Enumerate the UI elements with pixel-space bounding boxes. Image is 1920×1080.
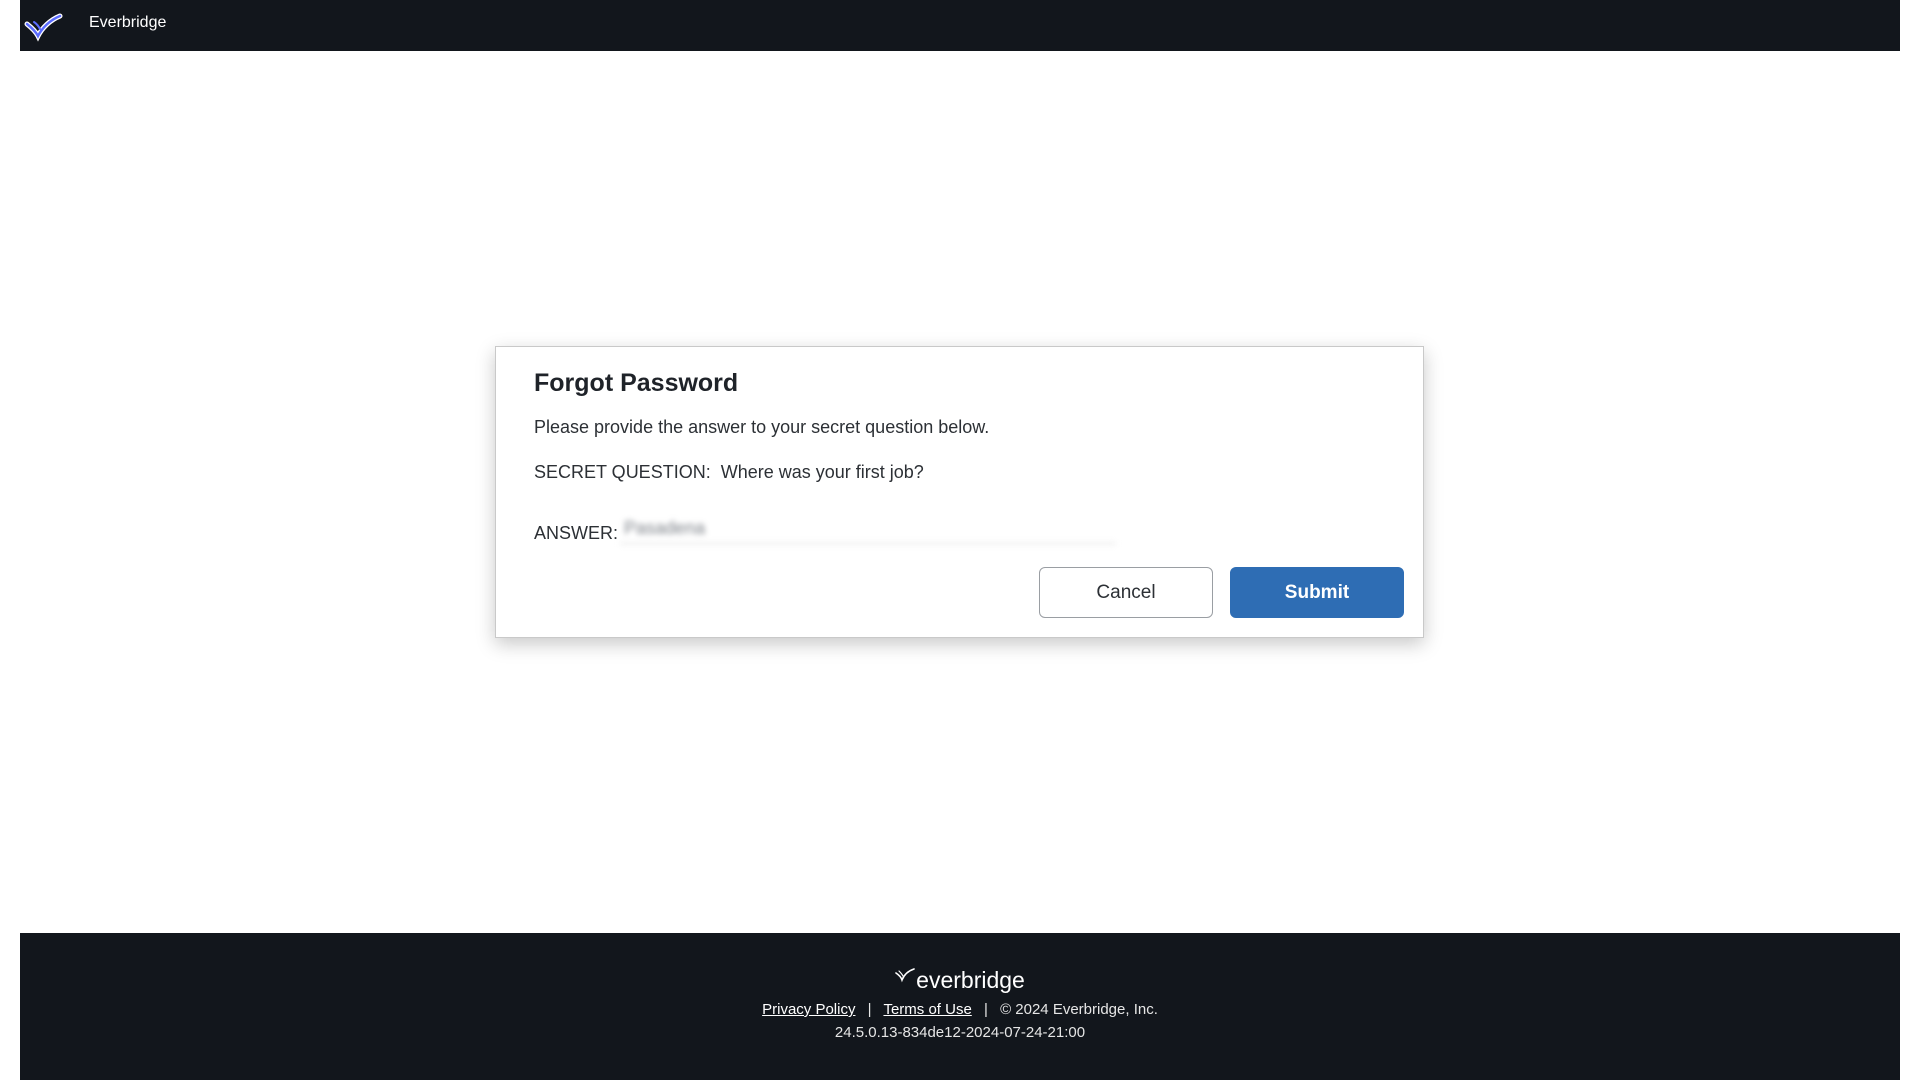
footer-links: Privacy Policy | Terms of Use | © 2024 E… [20,1001,1900,1018]
app-title: Everbridge [89,14,167,31]
copyright-text: © 2024 Everbridge, Inc. [1000,1001,1158,1018]
footer: everbridge Privacy Policy | Terms of Use… [20,933,1900,1080]
footer-brand-name: everbridge [916,967,1025,993]
secret-question-label: SECRET QUESTION: [534,462,711,482]
dialog-title: Forgot Password [534,369,739,397]
top-navigation-bar: Everbridge [20,0,1900,51]
answer-label: ANSWER: [534,523,619,543]
version-text: 24.5.0.13-834de12-2024-07-24-21:00 [834,1024,1086,1041]
terms-of-use-link[interactable]: Terms of Use [883,1001,971,1018]
secret-question-row: SECRET QUESTION: Where was your first jo… [534,462,924,483]
forgot-password-dialog: Forgot Password Please provide the answe… [495,346,1424,638]
answer-input[interactable] [620,513,1117,544]
privacy-policy-link[interactable]: Privacy Policy [762,1001,855,1018]
answer-row: ANSWER: [534,513,1117,544]
everbridge-mark-icon [895,968,915,983]
page: Everbridge Forgot Password Please provid… [0,0,1920,1080]
everbridge-logo-icon[interactable] [24,10,66,42]
submit-button[interactable]: Submit [1230,567,1404,618]
secret-question-text: Where was your first job? [720,462,924,482]
cancel-button[interactable]: Cancel [1039,567,1213,618]
footer-separator: | [983,1001,988,1018]
footer-brand: everbridge [20,967,1900,994]
footer-separator: | [867,1001,872,1018]
dialog-instructions: Please provide the answer to your secret… [534,417,990,437]
